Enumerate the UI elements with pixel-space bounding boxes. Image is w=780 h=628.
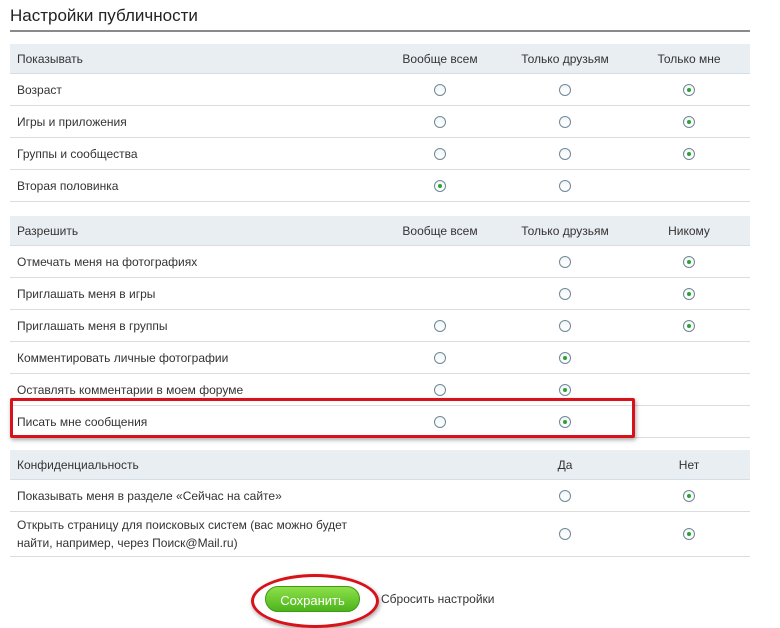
setting-label: Вторая половинка (17, 178, 119, 193)
groups-friends-radio[interactable] (559, 147, 571, 160)
allow-header-row: Разрешить Вообще всем Только друзьям Ник… (10, 216, 750, 246)
allow-row-group-invites: Приглашать меня в группы (10, 310, 750, 342)
show-row-age: Возраст (10, 74, 750, 106)
allow-row-photo-comments: Комментировать личные фотографии (10, 342, 750, 374)
setting-label: Отмечать меня на фотографиях (17, 254, 198, 269)
setting-label: Приглашать меня в игры (17, 286, 156, 301)
game-invites-friends-radio[interactable] (559, 287, 571, 300)
group-invites-everyone-radio[interactable] (434, 319, 446, 332)
setting-label: Комментировать личные фотографии (17, 350, 229, 365)
online-now-yes-radio[interactable] (559, 489, 571, 502)
games-friends-radio[interactable] (559, 115, 571, 128)
page-title: Настройки публичности (10, 6, 198, 25)
save-button[interactable]: Сохранить (265, 586, 360, 612)
photo-comments-friends-radio[interactable] (559, 351, 571, 364)
privacy-row-online-now: Показывать меня в разделе «Сейчас на сай… (10, 480, 750, 512)
allow-header-nobody: Никому (668, 223, 710, 238)
reset-settings-link[interactable]: Сбросить настройки (381, 592, 494, 606)
privacy-header-yes: Да (557, 457, 573, 472)
groups-only-me-radio[interactable] (683, 147, 695, 160)
privacy-settings-table: Конфиденциальность Да Нет Показывать мен… (10, 450, 750, 557)
setting-label: Открыть страницу для поисковых систем (в… (17, 518, 347, 550)
forum-comments-friends-radio[interactable] (559, 383, 571, 396)
show-header-everyone: Вообще всем (402, 51, 478, 66)
show-row-groups: Группы и сообщества (10, 138, 750, 170)
allow-row-photo-tags: Отмечать меня на фотографиях (10, 246, 750, 278)
allow-header-label: Разрешить (17, 223, 79, 238)
allow-row-forum-comments: Оставлять комментарии в моем форуме (10, 374, 750, 406)
show-row-partner: Вторая половинка (10, 170, 750, 202)
show-header-friends: Только друзьям (521, 51, 609, 66)
games-only-me-radio[interactable] (683, 115, 695, 128)
setting-label: Возраст (17, 82, 62, 97)
allow-header-everyone: Вообще всем (402, 223, 478, 238)
game-invites-nobody-radio[interactable] (683, 287, 695, 300)
messages-friends-radio[interactable] (559, 415, 571, 428)
show-settings-table: Показывать Вообще всем Только друзьям То… (10, 44, 750, 202)
age-only-me-radio[interactable] (683, 83, 695, 96)
title-divider (10, 30, 750, 32)
search-engines-yes-radio[interactable] (559, 528, 571, 540)
setting-label: Игры и приложения (17, 114, 127, 129)
games-everyone-radio[interactable] (434, 115, 446, 128)
group-invites-nobody-radio[interactable] (683, 319, 695, 332)
messages-everyone-radio[interactable] (434, 415, 446, 428)
allow-header-friends: Только друзьям (521, 223, 609, 238)
show-header-row: Показывать Вообще всем Только друзьям То… (10, 44, 750, 74)
group-invites-friends-radio[interactable] (559, 319, 571, 332)
privacy-row-search-engines: Открыть страницу для поисковых систем (в… (10, 512, 750, 557)
photo-comments-everyone-radio[interactable] (434, 351, 446, 364)
setting-label: Писать мне сообщения (17, 414, 148, 429)
allow-row-game-invites: Приглашать меня в игры (10, 278, 750, 310)
setting-label: Приглашать меня в группы (17, 318, 168, 333)
partner-everyone-radio[interactable] (434, 179, 446, 192)
groups-everyone-radio[interactable] (434, 147, 446, 160)
privacy-header-label: Конфиденциальность (17, 457, 139, 472)
forum-comments-everyone-radio[interactable] (434, 383, 446, 396)
partner-friends-radio[interactable] (559, 179, 571, 192)
show-row-games: Игры и приложения (10, 106, 750, 138)
age-friends-radio[interactable] (559, 83, 571, 96)
age-everyone-radio[interactable] (434, 83, 446, 96)
setting-label: Оставлять комментарии в моем форуме (17, 382, 244, 397)
setting-label: Группы и сообщества (17, 146, 138, 161)
online-now-no-radio[interactable] (683, 489, 695, 502)
show-header-only-me: Только мне (657, 51, 721, 66)
show-header-label: Показывать (17, 51, 83, 66)
allow-settings-table: Разрешить Вообще всем Только друзьям Ник… (10, 216, 750, 438)
search-engines-no-radio[interactable] (683, 528, 695, 540)
privacy-header-row: Конфиденциальность Да Нет (10, 450, 750, 480)
photo-tags-nobody-radio[interactable] (683, 255, 695, 268)
setting-label: Показывать меня в разделе «Сейчас на сай… (17, 488, 282, 503)
photo-tags-friends-radio[interactable] (559, 255, 571, 268)
allow-row-messages: Писать мне сообщения (10, 406, 750, 438)
privacy-header-no: Нет (678, 457, 700, 472)
